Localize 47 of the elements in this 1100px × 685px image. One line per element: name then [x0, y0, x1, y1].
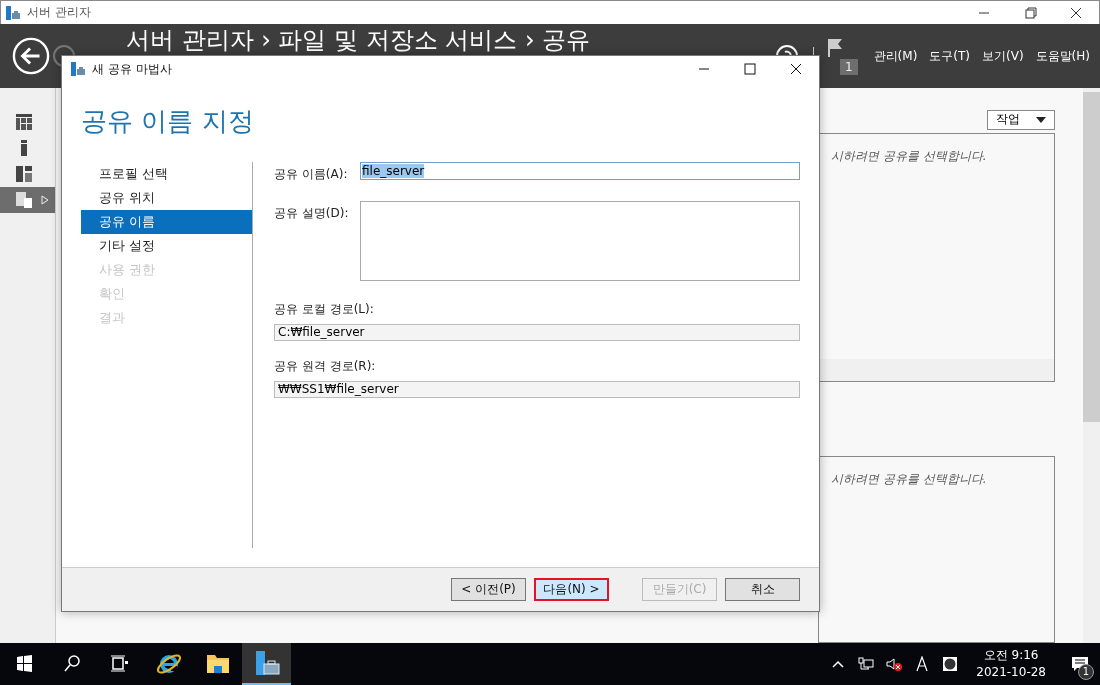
file-services-icon: [16, 192, 32, 208]
nav-item[interactable]: [0, 187, 55, 213]
dialog-button[interactable]: 다음(N) >: [534, 578, 609, 601]
notification-badge: 1: [839, 59, 858, 75]
back-button[interactable]: [12, 37, 50, 75]
field-label: 공유 설명(D):: [274, 205, 350, 222]
tasks-dropdown[interactable]: 작업: [987, 110, 1055, 130]
breadcrumb: 서버 관리자 › 파일 및 저장소 서비스 › 공유: [126, 26, 591, 54]
wizard-step[interactable]: 공유 이름: [81, 210, 252, 234]
menu-item[interactable]: 보기(V): [982, 47, 1024, 65]
input-field[interactable]: file_server: [360, 162, 800, 180]
field-label: 공유 원격 경로(R):: [274, 358, 377, 375]
wizard-step[interactable]: 기타 설정: [81, 234, 252, 258]
caret-icon: [1036, 116, 1046, 123]
menu-item[interactable]: 도구(T): [929, 47, 971, 65]
read-only-field[interactable]: ₩₩SS1₩file_server: [274, 381, 800, 398]
dashboard-icon: [16, 114, 32, 130]
scrollbar-thumb[interactable]: [1083, 92, 1100, 422]
read-only-field[interactable]: C:₩file_server: [274, 324, 800, 341]
menu-item[interactable]: 도움말(H): [1035, 47, 1090, 65]
dialog-button[interactable]: 취소: [725, 578, 800, 601]
notification-badge: 1: [1078, 664, 1094, 680]
taskbar-app[interactable]: [242, 643, 291, 685]
menu-item[interactable]: 관리(M): [873, 47, 918, 65]
wizard-step[interactable]: 공유 위치: [81, 186, 252, 210]
network-icon[interactable]: [858, 656, 875, 672]
volume-muted-icon[interactable]: [886, 656, 903, 672]
field-label: 공유 이름(A):: [274, 166, 349, 183]
clock-time: 오전 9:16: [983, 647, 1039, 664]
wizard-step[interactable]: 프로필 선택: [81, 162, 252, 186]
page-heading: 공유 이름 지정: [81, 105, 255, 138]
dialog-title: 새 공유 마법사: [92, 60, 172, 78]
flag-icon[interactable]: [827, 38, 844, 58]
dialog-button[interactable]: < 이전(P): [451, 578, 526, 601]
input-method-icon[interactable]: [914, 656, 931, 672]
hint-text: 시하려면 공유를 선택합니다.: [830, 471, 988, 489]
hint-text: 시하려면 공유를 선택합니다.: [830, 147, 988, 165]
servers-icon: [16, 166, 32, 182]
app-icon: [5, 4, 21, 21]
field-value: file_server: [362, 164, 425, 178]
expand-icon: [41, 195, 49, 205]
wizard-icon: [70, 61, 86, 77]
field-label: 공유 로컬 경로(L):: [274, 301, 375, 318]
clock-date: 2021-10-28: [976, 664, 1046, 681]
window-title: 서버 관리자: [27, 4, 91, 21]
action-center-button[interactable]: 1: [1060, 643, 1100, 685]
clock[interactable]: 오전 9:16 2021-10-28: [976, 647, 1046, 681]
